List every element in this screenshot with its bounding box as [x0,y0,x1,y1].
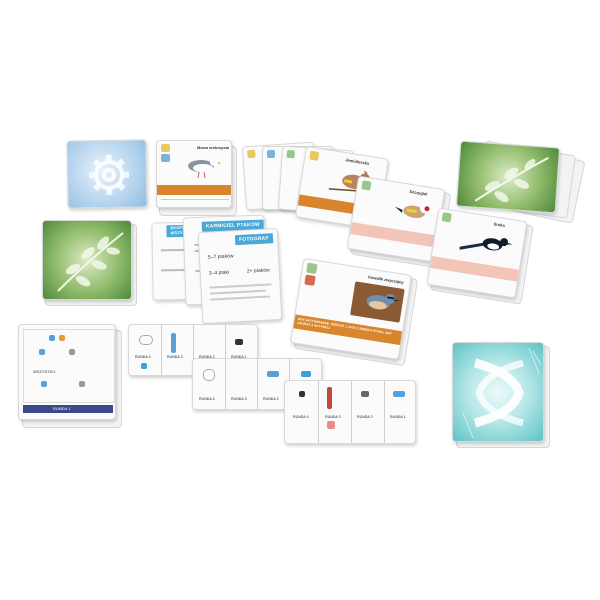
round-label: RUNDA 3 [231,397,247,401]
bonus-card-photographer: FOTOGRAF 5–7 ptaków 3–4 ptaki 2+ ptaków [197,227,283,325]
round-label: RUNDA 1 [390,415,406,419]
round-label: RUNDA 3 [325,415,341,419]
teal-deck [452,342,544,442]
round-strip-3: RUNDA 4 RUNDA 3 RUNDA 2 RUNDA 1 [284,380,416,444]
goal-icon [361,391,369,397]
score-marker [327,421,335,429]
habitat-icon [309,150,320,161]
score-marker [141,363,147,369]
power-band [157,185,231,195]
bird-name: Mewa srebrzysta [197,145,230,150]
round-label: RUNDA 4 [135,355,151,359]
goal-icon [39,349,45,355]
round-label: RUNDA 4 [199,397,215,401]
green-deck-fanned [455,140,561,214]
habitat-icon [441,212,452,223]
goal-icon [301,371,311,377]
goal-icon [393,391,405,397]
scoring-line-3: 2+ ptaków [246,267,270,275]
scoring-line-1: 5–7 ptaków [207,253,234,261]
goal-icon [171,333,176,353]
goal-icon [327,387,332,409]
nuthatch-illustration [366,293,401,310]
text-line [209,289,266,295]
habitat-icon [267,150,275,158]
magpie-illustration [459,238,513,251]
goal-icon [235,339,243,345]
card-footer [161,199,229,200]
goal-icon [299,391,305,397]
divider [257,359,258,409]
bird-card-magpie: Sroka [426,207,528,299]
goal-icon [59,335,65,341]
goal-footer-text: RUNDA 1 [53,406,71,411]
scoring-line-2: 3–4 ptaki [208,269,230,277]
goldfinch-illustration [394,203,431,218]
gear-icon [88,154,130,196]
divider [384,381,385,443]
bird-card-gull: Mewa srebrzysta [156,140,232,208]
divider [318,381,319,443]
goal-icon [203,369,215,381]
bird-card-nuthatch: Kowalik zwyczajny GDY AKTYWOWANE: ODRZUĆ… [289,257,413,361]
goal-icon [69,349,75,355]
habitat-icon [161,144,170,152]
gull-illustration [188,158,221,179]
goal-footer-band: RUNDA 1 [23,405,113,413]
food-icon [161,154,170,162]
bird-name: Szczygieł [409,188,428,197]
divider [225,359,226,409]
goal-icon [49,335,55,341]
leaf-branch-icon [474,156,549,203]
habitat-icon [361,180,372,191]
feather-ribbon-icon [462,347,542,439]
round-label: RUNDA 2 [263,397,279,401]
blue-deck [66,139,148,209]
bird-photo [350,281,405,323]
bird-name: Sroka [493,221,506,228]
text-line [209,283,272,289]
text-line [210,295,271,301]
goal-label: WSZYSTKO [33,369,56,374]
goal-grid [23,329,115,403]
bonus-title: FOTOGRAF [234,233,273,246]
bird-card-goldfinch: Szczygieł [346,175,446,263]
goal-icon [41,381,47,387]
bird-name: Jemiołuszka [345,157,370,166]
habitat-icon [286,149,296,159]
goal-icon [267,371,279,377]
green-deck [42,220,132,300]
food-icon [304,274,316,286]
round-label: RUNDA 4 [293,415,309,419]
divider [161,325,162,375]
habitat-icon [306,262,318,275]
round-label: RUNDA 3 [167,355,183,359]
power-band [350,222,439,248]
leaf-branch-icon [57,232,124,292]
goal-board: WSZYSTKO RUNDA 1 [18,324,116,420]
divider [351,381,352,443]
goal-icon [139,335,153,345]
goal-icon [79,381,85,387]
habitat-icon [247,149,256,159]
round-label: RUNDA 2 [357,415,373,419]
